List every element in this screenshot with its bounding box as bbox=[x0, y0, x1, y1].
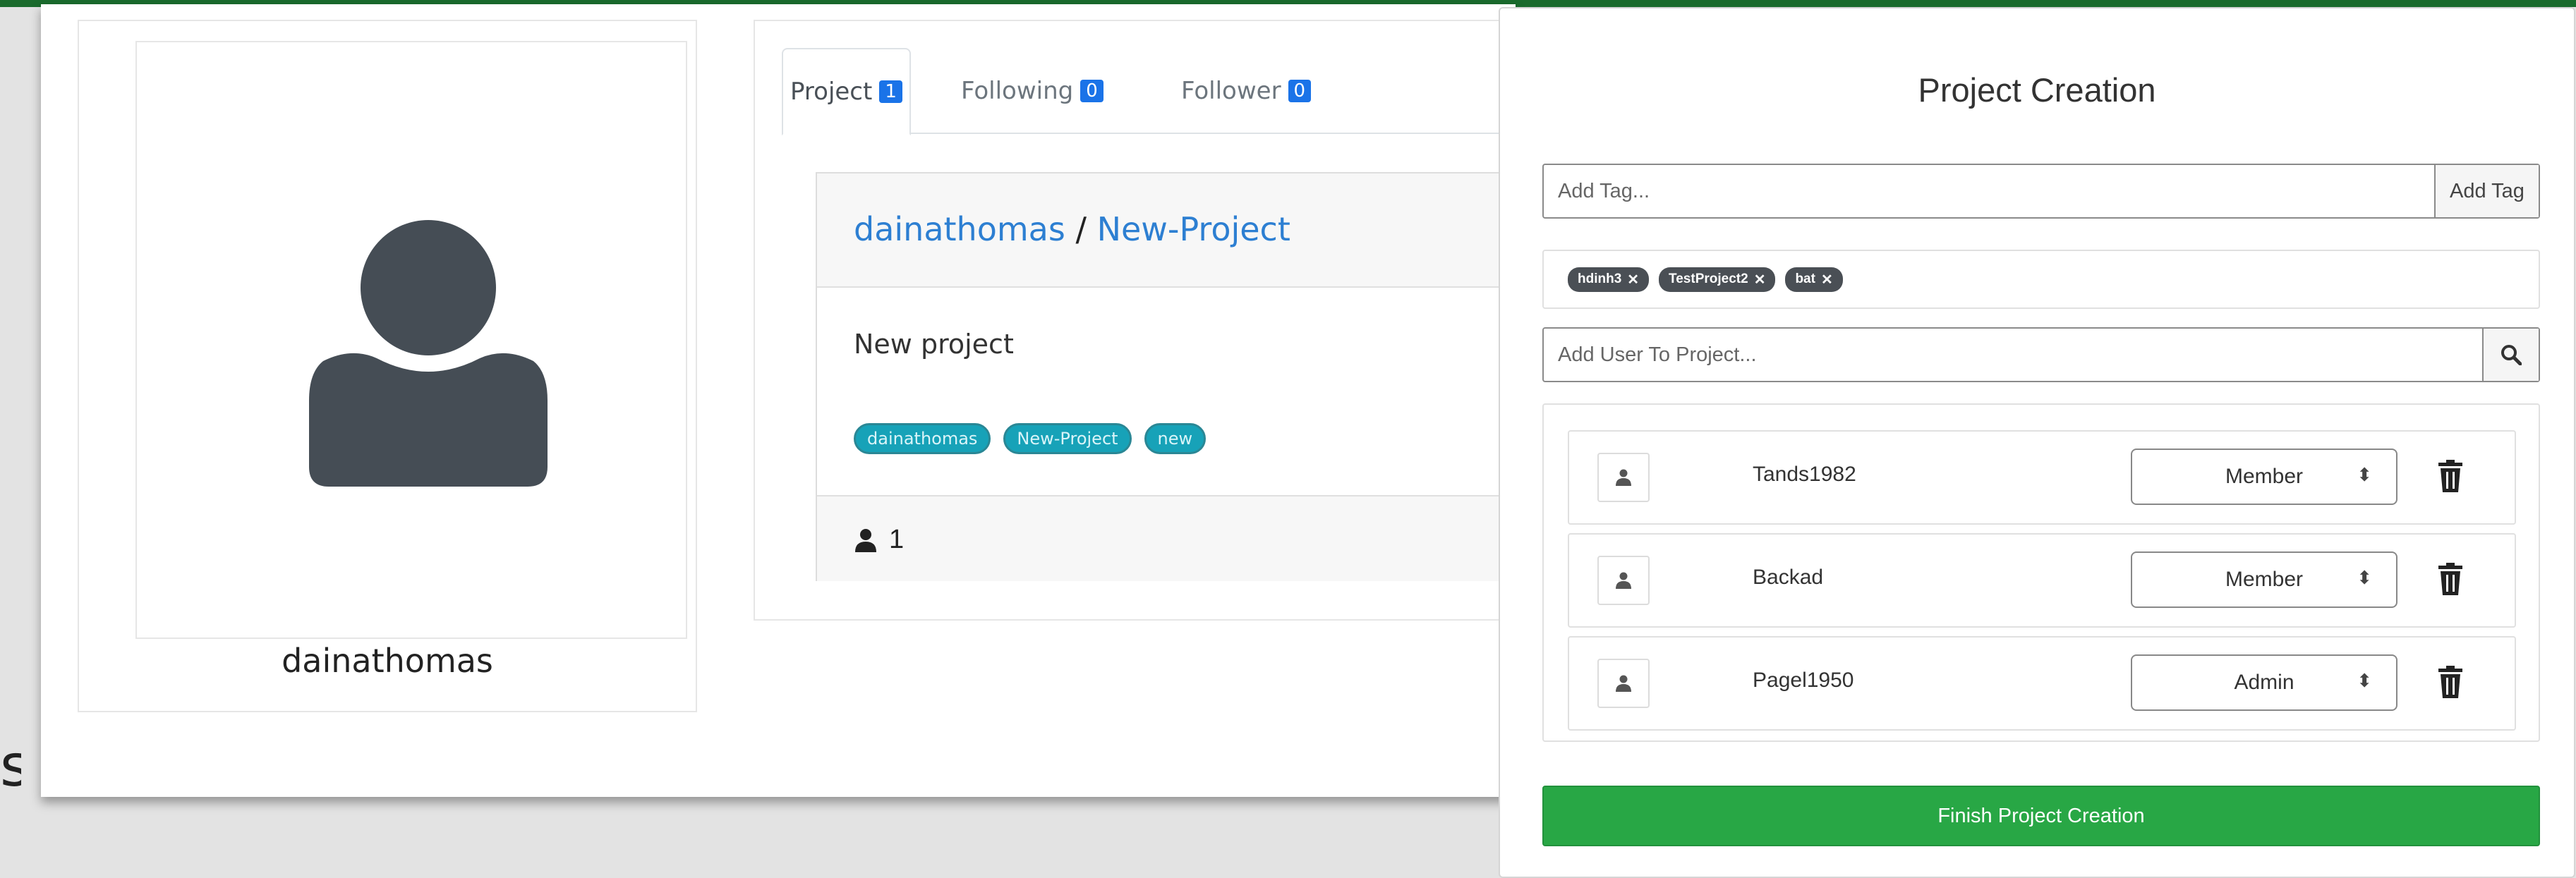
role-select[interactable]: Member ⬍ bbox=[2131, 449, 2397, 505]
user-row: Tands1982 Member ⬍ bbox=[1568, 430, 2516, 525]
user-name: Tands1982 bbox=[1753, 463, 1856, 486]
profile-page-window: dainathomas Project 1 Following 0 Follow… bbox=[41, 4, 1516, 797]
chevron-up-down-icon: ⬍ bbox=[2357, 464, 2372, 485]
tag-chip[interactable]: bat ✕ bbox=[1785, 267, 1843, 292]
tag-chip-label: TestProject2 bbox=[1669, 272, 1748, 286]
project-users-list: Tands1982 Member ⬍ Backad Member ⬍ Pagel… bbox=[1542, 403, 2540, 742]
modal-title: Project Creation bbox=[1918, 71, 2156, 109]
tab-count-badge: 0 bbox=[1080, 79, 1103, 103]
user-row: Backad Member ⬍ bbox=[1568, 533, 2516, 628]
user-profile-button[interactable] bbox=[1597, 453, 1650, 502]
member-count: 1 bbox=[854, 525, 904, 555]
tag-chip-label: bat bbox=[1795, 272, 1815, 286]
project-name-link[interactable]: New-Project bbox=[1097, 210, 1290, 248]
add-user-group bbox=[1542, 327, 2540, 382]
user-row: Pagel1950 Admin ⬍ bbox=[1568, 636, 2516, 731]
user-icon bbox=[855, 528, 876, 552]
project-title: dainathomas / New-Project bbox=[854, 210, 1290, 248]
tab-follower[interactable]: Follower 0 bbox=[1174, 48, 1318, 134]
project-description: New project bbox=[854, 329, 1014, 360]
trash-icon[interactable] bbox=[2438, 563, 2462, 595]
role-select[interactable]: Member ⬍ bbox=[2131, 551, 2397, 608]
avatar bbox=[135, 41, 687, 639]
profile-username: dainathomas bbox=[282, 642, 493, 680]
tab-label: Project bbox=[790, 78, 873, 106]
project-tag[interactable]: New-Project bbox=[1003, 423, 1132, 455]
project-tag[interactable]: dainathomas bbox=[854, 423, 991, 455]
project-tags: dainathomas New-Project new bbox=[854, 423, 1207, 455]
profile-tabs: Project 1 Following 0 Follower 0 bbox=[782, 48, 1514, 135]
role-value: Admin bbox=[2234, 671, 2294, 694]
user-name: Pagel1950 bbox=[1753, 669, 1854, 692]
chevron-up-down-icon: ⬍ bbox=[2357, 567, 2372, 588]
user-profile-button[interactable] bbox=[1597, 659, 1650, 708]
edge-text-fragment: s bbox=[0, 738, 21, 795]
project-card-header: dainathomas / New-Project bbox=[817, 173, 1514, 288]
user-name: Backad bbox=[1753, 566, 1824, 589]
chevron-up-down-icon: ⬍ bbox=[2357, 670, 2372, 691]
trash-icon[interactable] bbox=[2438, 460, 2462, 492]
user-icon bbox=[1616, 675, 1631, 692]
user-profile-button[interactable] bbox=[1597, 556, 1650, 605]
close-icon[interactable]: ✕ bbox=[1627, 271, 1639, 288]
selected-tags: hdinh3 ✕ TestProject2 ✕ bat ✕ bbox=[1542, 250, 2540, 309]
tab-count-badge: 1 bbox=[879, 80, 902, 104]
role-value: Member bbox=[2225, 568, 2304, 591]
tag-chip[interactable]: TestProject2 ✕ bbox=[1659, 267, 1776, 292]
tab-project[interactable]: Project 1 bbox=[782, 48, 911, 135]
role-select[interactable]: Admin ⬍ bbox=[2131, 654, 2397, 711]
profile-card: dainathomas bbox=[78, 20, 697, 712]
finish-project-creation-button[interactable]: Finish Project Creation bbox=[1542, 786, 2540, 846]
user-icon bbox=[1616, 469, 1631, 486]
user-icon bbox=[1616, 572, 1631, 589]
tag-chip-label: hdinh3 bbox=[1578, 272, 1622, 286]
close-icon[interactable]: ✕ bbox=[1754, 271, 1766, 288]
tab-label: Following bbox=[961, 77, 1074, 105]
add-tag-button[interactable]: Add Tag bbox=[2434, 165, 2539, 217]
add-tag-input[interactable] bbox=[1544, 165, 2434, 217]
project-creation-modal: Project Creation Add Tag hdinh3 ✕ TestPr… bbox=[1499, 7, 2575, 878]
project-tag[interactable]: new bbox=[1144, 423, 1207, 455]
search-icon bbox=[2501, 345, 2522, 365]
tab-count-badge: 0 bbox=[1288, 79, 1312, 103]
trash-icon[interactable] bbox=[2438, 666, 2462, 698]
member-count-value: 1 bbox=[889, 525, 905, 554]
role-value: Member bbox=[2225, 465, 2304, 488]
projects-panel: Project 1 Following 0 Follower 0 dainath… bbox=[754, 20, 1516, 621]
add-user-input[interactable] bbox=[1544, 329, 2482, 381]
tab-following[interactable]: Following 0 bbox=[954, 48, 1111, 134]
user-silhouette-icon bbox=[309, 220, 548, 487]
project-title-separator: / bbox=[1075, 210, 1087, 248]
tag-chip[interactable]: hdinh3 ✕ bbox=[1568, 267, 1650, 292]
project-card: dainathomas / New-Project New project da… bbox=[816, 172, 1514, 581]
add-tag-group: Add Tag bbox=[1542, 164, 2540, 219]
close-icon[interactable]: ✕ bbox=[1821, 271, 1833, 288]
project-card-footer: 1 bbox=[817, 495, 1514, 581]
tab-label: Follower bbox=[1181, 77, 1281, 105]
project-owner-link[interactable]: dainathomas bbox=[854, 210, 1065, 248]
search-button[interactable] bbox=[2482, 329, 2539, 381]
